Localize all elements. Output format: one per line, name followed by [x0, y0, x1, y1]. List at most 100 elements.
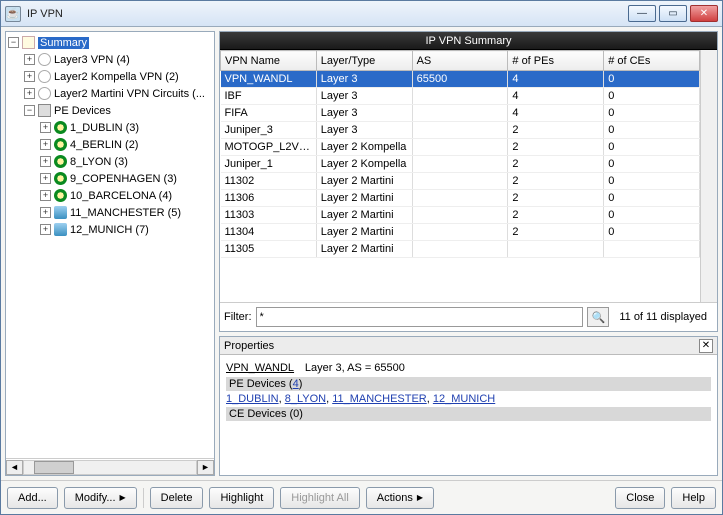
pe-device-link[interactable]: 11_MANCHESTER — [332, 393, 427, 405]
summary-title: IP VPN Summary — [220, 32, 717, 50]
tree-item[interactable]: 12_MUNICH (7) — [70, 224, 149, 236]
modify-button[interactable]: Modify...▶ — [64, 487, 137, 509]
expand-icon[interactable]: + — [24, 54, 35, 65]
collapse-icon[interactable]: − — [8, 37, 19, 48]
minimize-button[interactable]: — — [628, 5, 656, 22]
tree-scrollbar[interactable]: ◄ ► — [6, 458, 214, 475]
table-row[interactable]: IBFLayer 340 — [221, 88, 700, 105]
divider — [143, 488, 144, 508]
properties-body: VPN_WANDL Layer 3, AS = 65500 PE Devices… — [220, 355, 717, 475]
table-row[interactable]: Juniper_1Layer 2 Kompella20 — [221, 156, 700, 173]
pe-devices-icon — [38, 104, 51, 117]
expand-icon[interactable]: + — [40, 122, 51, 133]
tree-item[interactable]: PE Devices — [54, 105, 111, 117]
titlebar: ☕ IP VPN — ▭ ✕ — [1, 1, 722, 27]
device-icon — [54, 155, 67, 168]
tree-panel: − Summary + Layer3 VPN (4) + Layer2 Kompell… — [5, 31, 215, 476]
column-header[interactable]: Layer/Type — [316, 51, 412, 71]
expand-icon[interactable]: + — [40, 190, 51, 201]
table-vertical-scrollbar[interactable] — [700, 50, 717, 302]
expand-icon[interactable]: + — [24, 88, 35, 99]
filter-search-button[interactable]: 🔍 — [587, 307, 609, 327]
expand-icon[interactable]: + — [24, 71, 35, 82]
add-button[interactable]: Add... — [7, 487, 58, 509]
table-row[interactable]: 11305Layer 2 Martini — [221, 241, 700, 258]
table-row[interactable]: 11306Layer 2 Martini20 — [221, 190, 700, 207]
summary-panel: IP VPN Summary VPN NameLayer/TypeAS# of … — [219, 31, 718, 332]
pe-devices-bar: PE Devices (4) — [226, 377, 711, 391]
main-window: ☕ IP VPN — ▭ ✕ − Summary + Layer3 VPN (4)… — [0, 0, 723, 515]
properties-headline: VPN_WANDL Layer 3, AS = 65500 — [226, 359, 711, 374]
column-header[interactable]: AS — [412, 51, 508, 71]
ce-devices-bar: CE Devices (0) — [226, 407, 711, 421]
tree-item[interactable]: Layer2 Martini VPN Circuits (... — [54, 88, 205, 100]
summary-table-wrap[interactable]: VPN NameLayer/TypeAS# of PEs# of CEs VPN… — [220, 50, 700, 302]
scroll-thumb[interactable] — [34, 461, 74, 474]
highlight-button[interactable]: Highlight — [209, 487, 274, 509]
column-header[interactable]: VPN Name — [221, 51, 317, 71]
tree-item[interactable]: Layer2 Kompella VPN (2) — [54, 71, 179, 83]
device-icon — [54, 189, 67, 202]
tree[interactable]: − Summary + Layer3 VPN (4) + Layer2 Kompell… — [6, 32, 214, 458]
dropdown-icon: ▶ — [120, 493, 126, 502]
device-icon — [54, 121, 67, 134]
scroll-right-icon[interactable]: ► — [197, 460, 214, 475]
table-row[interactable]: FIFALayer 340 — [221, 105, 700, 122]
device-icon — [54, 223, 67, 236]
delete-button[interactable]: Delete — [150, 487, 204, 509]
filter-input[interactable] — [256, 307, 584, 327]
tree-item[interactable]: 8_LYON (3) — [70, 156, 128, 168]
summary-icon — [22, 36, 35, 49]
properties-header: Properties ✕ — [220, 337, 717, 355]
expand-icon[interactable]: + — [40, 156, 51, 167]
maximize-button[interactable]: ▭ — [659, 5, 687, 22]
search-icon: 🔍 — [591, 311, 605, 324]
dropdown-icon: ▶ — [417, 493, 423, 502]
expand-icon[interactable]: + — [40, 207, 51, 218]
vpn-group-icon — [38, 70, 51, 83]
tree-item[interactable]: 11_MANCHESTER (5) — [70, 207, 181, 219]
tree-item[interactable]: 9_COPENHAGEN (3) — [70, 173, 177, 185]
vpn-group-icon — [38, 87, 51, 100]
pe-device-link[interactable]: 12_MUNICH — [433, 393, 495, 405]
device-icon — [54, 172, 67, 185]
pe-device-link[interactable]: 1_DUBLIN — [226, 393, 279, 405]
actions-button[interactable]: Actions▶ — [366, 487, 434, 509]
filter-label: Filter: — [224, 311, 252, 323]
table-row[interactable]: VPN_WANDLLayer 36550040 — [221, 71, 700, 88]
right-panels: IP VPN Summary VPN NameLayer/TypeAS# of … — [219, 31, 718, 476]
properties-title: Properties — [224, 340, 274, 352]
summary-table: VPN NameLayer/TypeAS# of PEs# of CEs VPN… — [220, 50, 700, 258]
column-header[interactable]: # of CEs — [604, 51, 700, 71]
filter-status: 11 of 11 displayed — [613, 311, 713, 323]
tree-item[interactable]: 10_BARCELONA (4) — [70, 190, 172, 202]
tree-item[interactable]: 1_DUBLIN (3) — [70, 122, 139, 134]
window-title: IP VPN — [27, 8, 625, 20]
tree-item[interactable]: Layer3 VPN (4) — [54, 54, 130, 66]
table-row[interactable]: 11304Layer 2 Martini20 — [221, 224, 700, 241]
tree-root-summary[interactable]: Summary — [38, 37, 89, 49]
filter-bar: Filter: 🔍 11 of 11 displayed — [220, 302, 717, 331]
collapse-icon[interactable]: − — [24, 105, 35, 116]
highlight-all-button[interactable]: Highlight All — [280, 487, 359, 509]
expand-icon[interactable]: + — [40, 173, 51, 184]
column-header[interactable]: # of PEs — [508, 51, 604, 71]
close-button[interactable]: Close — [615, 487, 665, 509]
table-row[interactable]: 11302Layer 2 Martini20 — [221, 173, 700, 190]
expand-icon[interactable]: + — [40, 224, 51, 235]
properties-close-button[interactable]: ✕ — [699, 339, 713, 353]
close-window-button[interactable]: ✕ — [690, 5, 718, 22]
scroll-track[interactable] — [23, 460, 197, 475]
table-row[interactable]: 11303Layer 2 Martini20 — [221, 207, 700, 224]
java-icon: ☕ — [5, 6, 21, 22]
device-icon — [54, 206, 67, 219]
table-row[interactable]: MOTOGP_L2VPN...Layer 2 Kompella20 — [221, 139, 700, 156]
scroll-left-icon[interactable]: ◄ — [6, 460, 23, 475]
table-row[interactable]: Juniper_3Layer 320 — [221, 122, 700, 139]
pe-device-links: 1_DUBLIN, 8_LYON, 11_MANCHESTER, 12_MUNI… — [226, 393, 711, 405]
content-area: − Summary + Layer3 VPN (4) + Layer2 Kompell… — [1, 27, 722, 480]
help-button[interactable]: Help — [671, 487, 716, 509]
expand-icon[interactable]: + — [40, 139, 51, 150]
pe-device-link[interactable]: 8_LYON — [285, 393, 326, 405]
tree-item[interactable]: 4_BERLIN (2) — [70, 139, 138, 151]
